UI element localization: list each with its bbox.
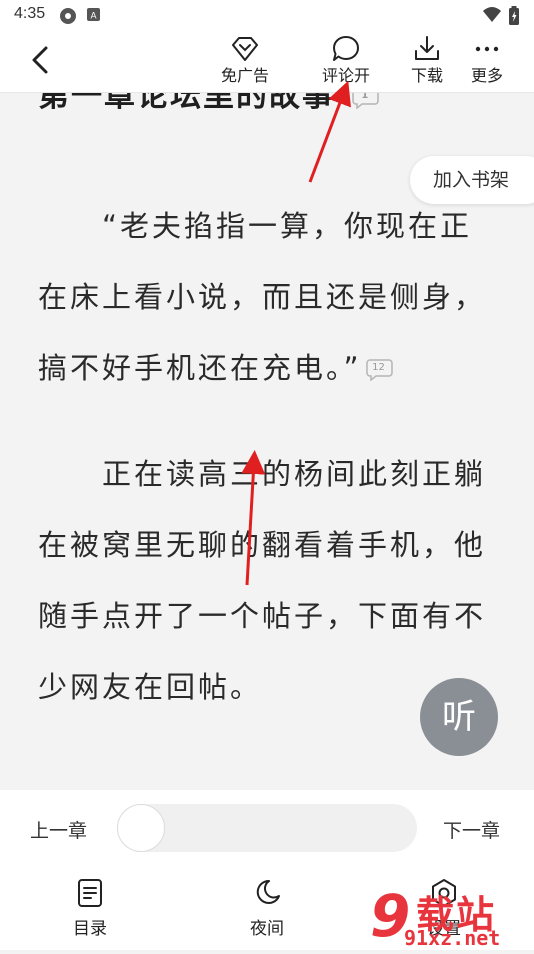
app-icon: A <box>87 8 100 21</box>
chapter-nav: 上一章 下一章 <box>0 790 534 866</box>
no-ads-button[interactable]: 免广告 <box>210 32 280 90</box>
no-ads-label: 免广告 <box>220 66 269 85</box>
add-to-shelf-button[interactable]: 加入书架 <box>410 156 534 204</box>
download-label: 下载 <box>410 66 443 85</box>
paragraph-1-comment-count: 12 <box>372 362 385 373</box>
more-button[interactable]: 更多 <box>452 32 522 90</box>
more-icon <box>475 46 499 52</box>
chapter-progress-slider[interactable] <box>117 804 417 852</box>
settings-icon <box>60 8 76 24</box>
paragraph-1: “老夫掐指一算，你现在正在床上看小说，而且还是侧身，搞不好手机还在充电。” 12 <box>38 191 500 404</box>
svg-text:A: A <box>90 11 96 21</box>
paragraph-2-text: 正在读高三的杨间此刻正躺在被窝里无聊的翻看着手机，他随手点开了一个帖子，下面有不… <box>38 457 487 704</box>
comment-toggle-button[interactable]: 评论开 <box>311 32 381 90</box>
comment-toggle-label: 评论开 <box>321 66 370 85</box>
battery-icon <box>509 6 519 25</box>
catalog-icon <box>78 879 102 907</box>
site-watermark: 9 载站 91xz.net <box>368 878 534 950</box>
next-chapter-button[interactable]: 下一章 <box>443 816 500 843</box>
paragraph-2: 正在读高三的杨间此刻正躺在被窝里无聊的翻看着手机，他随手点开了一个帖子，下面有不… <box>38 439 500 723</box>
moon-icon <box>256 879 280 904</box>
listen-button[interactable]: 听 <box>420 678 498 756</box>
prev-chapter-button[interactable]: 上一章 <box>30 816 87 843</box>
night-mode-button[interactable]: 夜间 <box>227 878 307 940</box>
more-label: 更多 <box>470 66 503 85</box>
download-icon <box>415 36 439 60</box>
night-mode-label: 夜间 <box>250 919 284 939</box>
chevron-left-icon[interactable] <box>20 40 60 80</box>
catalog-button[interactable]: 目录 <box>50 878 130 940</box>
status-time: 4:35 <box>14 5 46 22</box>
wifi-icon <box>483 7 501 22</box>
status-bar: 4:35 A <box>0 0 534 30</box>
top-toolbar: 免广告 评论开 下载 更多 <box>0 30 534 93</box>
paragraph-1-comment-badge[interactable]: 12 <box>365 359 394 381</box>
slider-thumb[interactable] <box>117 804 165 852</box>
no-ads-icon <box>232 37 258 61</box>
catalog-label: 目录 <box>73 919 107 939</box>
comment-icon <box>333 36 359 61</box>
watermark-url: 91xz.net <box>404 926 501 950</box>
paragraph-1-text: “老夫掐指一算，你现在正在床上看小说，而且还是侧身，搞不好手机还在充电。” <box>38 209 487 385</box>
